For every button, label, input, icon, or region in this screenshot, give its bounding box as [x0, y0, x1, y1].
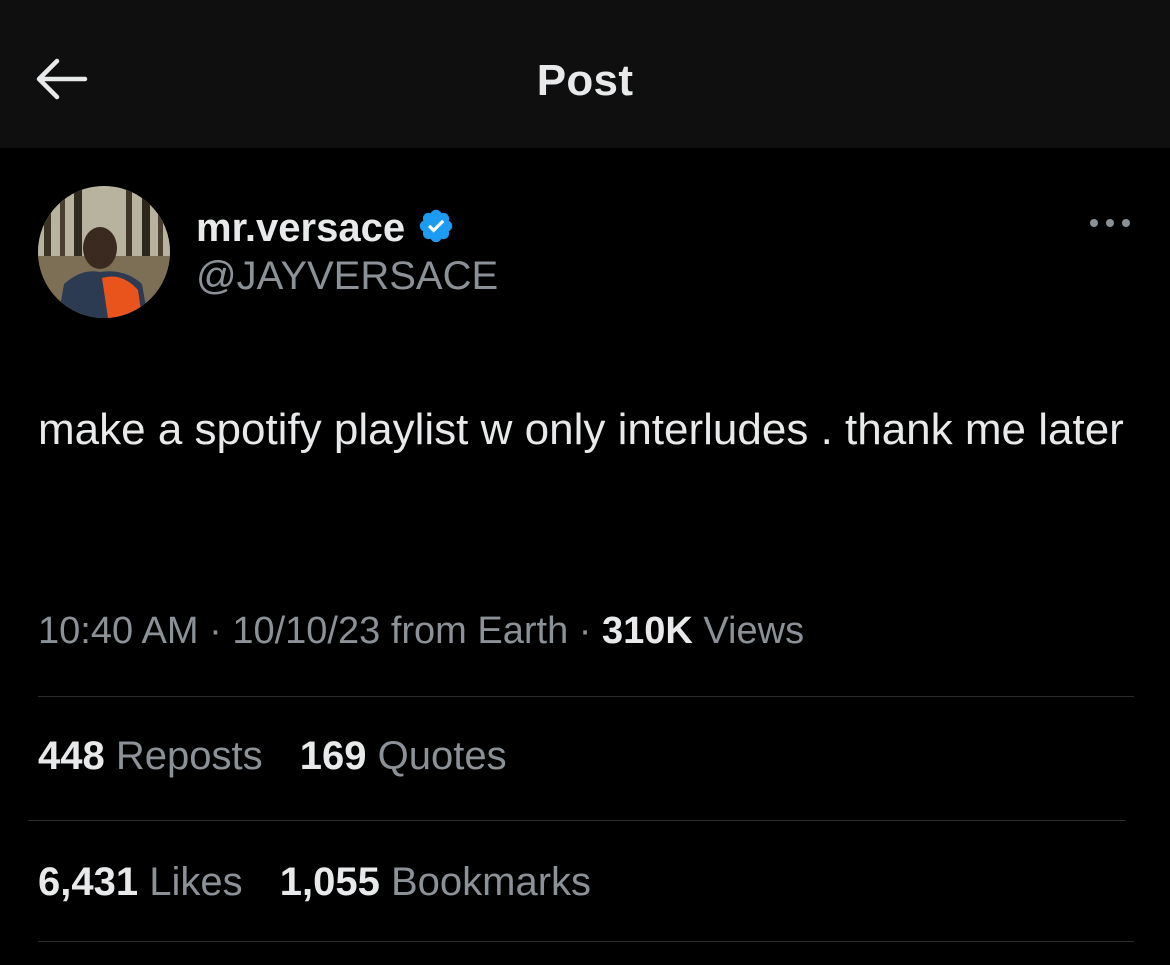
page-title: Post: [536, 56, 634, 105]
quotes-label: Quotes: [377, 734, 507, 778]
author-name-row: mr.versace: [196, 204, 455, 252]
author-display-name[interactable]: mr.versace: [196, 206, 405, 251]
verified-badge-icon: [417, 207, 455, 250]
more-options-button[interactable]: [1084, 210, 1136, 240]
avatar[interactable]: [38, 186, 170, 318]
post-text: make a spotify playlist w only interlude…: [38, 405, 1124, 454]
likes-stat[interactable]: 6,431 Likes: [38, 860, 243, 904]
views-label: Views: [703, 610, 805, 652]
reposts-label: Reposts: [115, 734, 263, 778]
divider: [38, 941, 1134, 942]
divider: [38, 696, 1134, 697]
post-meta: 10:40 AM · 10/10/23 from Earth · 310K Vi…: [38, 610, 804, 653]
top-bar: Post: [0, 0, 1170, 148]
post-time[interactable]: 10:40 AM: [38, 610, 199, 652]
reposts-stat[interactable]: 448 Reposts: [38, 734, 263, 778]
engagement-row-likes-bookmarks: 6,431 Likes 1,055 Bookmarks: [38, 860, 617, 905]
more-horizontal-icon: [1088, 216, 1132, 234]
bookmarks-stat[interactable]: 1,055 Bookmarks: [280, 860, 591, 904]
divider: [28, 820, 1126, 821]
meta-separator: ·: [578, 610, 592, 652]
author-handle[interactable]: @JAYVERSACE: [196, 254, 498, 299]
post-date-source[interactable]: 10/10/23 from Earth: [232, 610, 568, 652]
meta-separator: ·: [209, 610, 222, 652]
quotes-stat[interactable]: 169 Quotes: [300, 734, 507, 778]
views-count: 310K: [601, 610, 693, 652]
likes-count: 6,431: [38, 860, 139, 904]
bookmarks-count: 1,055: [279, 860, 380, 904]
likes-label: Likes: [149, 860, 243, 904]
quotes-count: 169: [299, 734, 367, 778]
reposts-count: 448: [38, 734, 105, 778]
engagement-row-reposts-quotes: 448 Reposts 169 Quotes: [38, 734, 533, 779]
bookmarks-label: Bookmarks: [390, 860, 592, 904]
